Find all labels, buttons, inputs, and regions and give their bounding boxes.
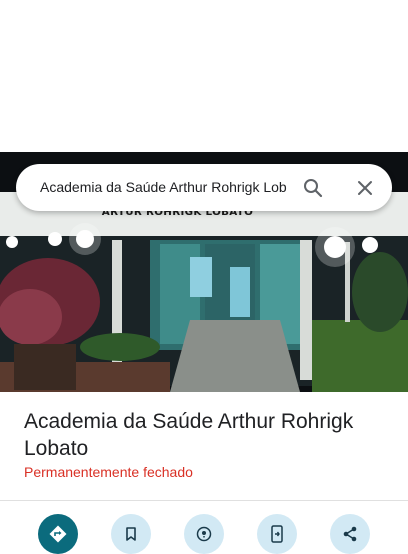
nearby-button[interactable] xyxy=(184,514,224,554)
directions-icon xyxy=(49,525,67,543)
search-icon[interactable] xyxy=(301,176,325,200)
share-icon xyxy=(343,526,357,542)
nearby-icon xyxy=(196,526,212,542)
place-title: Academia da Saúde Arthur Rohrigk Lobato xyxy=(24,410,354,460)
bookmark-icon xyxy=(126,527,136,541)
divider xyxy=(0,500,408,501)
close-icon[interactable] xyxy=(353,176,377,200)
search-bar[interactable]: Academia da Saúde Arthur Rohrigk Lobato xyxy=(16,164,392,211)
save-button[interactable] xyxy=(111,514,151,554)
send-to-phone-icon xyxy=(271,525,283,543)
status-text: Permanentemente fechado xyxy=(24,464,193,480)
directions-button[interactable] xyxy=(38,514,78,554)
share-button[interactable] xyxy=(330,514,370,554)
send-to-phone-button[interactable] xyxy=(257,514,297,554)
search-input[interactable]: Academia da Saúde Arthur Rohrigk Lobato xyxy=(40,179,287,195)
